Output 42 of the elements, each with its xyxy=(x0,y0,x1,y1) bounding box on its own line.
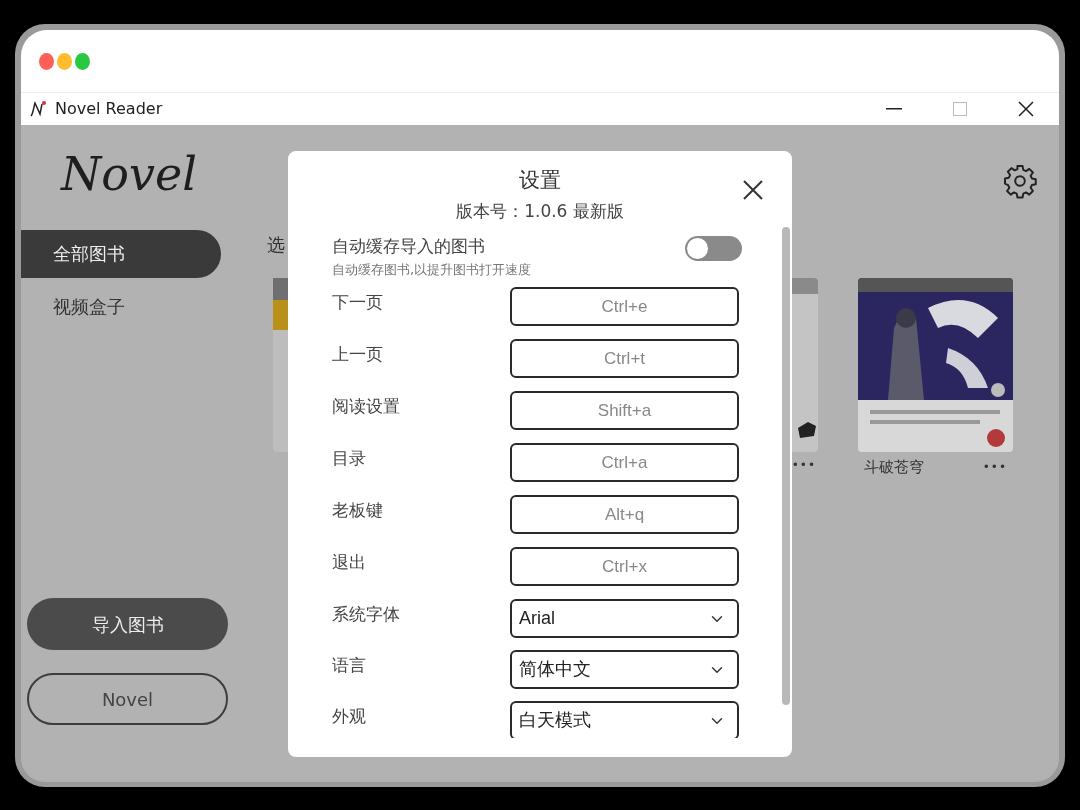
close-icon[interactable] xyxy=(1018,101,1034,117)
shortcut-field[interactable]: Shift+a xyxy=(510,391,739,430)
setting-hint: 自动缓存图书,以提升图书打开速度 xyxy=(332,260,532,279)
maximize-icon[interactable] xyxy=(953,102,967,116)
setting-label: 阅读设置 xyxy=(332,395,401,418)
close-window-dot[interactable] xyxy=(39,52,54,70)
close-icon[interactable] xyxy=(742,177,764,201)
book-title: 斗破苍穹 xyxy=(863,457,924,478)
more-button[interactable]: ••• xyxy=(976,458,1013,477)
import-button[interactable]: 导入图书 xyxy=(27,598,228,650)
setting-label: 外观 xyxy=(332,705,367,728)
setting-label: 下一页 xyxy=(332,291,384,314)
version-text: 版本号：1.0.6 最新版 xyxy=(456,199,624,223)
dropdown[interactable]: Arial xyxy=(510,599,739,638)
dialog-title: 设置 xyxy=(519,167,561,194)
sidebar-item[interactable]: 视频盒子 xyxy=(21,282,221,331)
shortcut-field[interactable]: Ctrl+e xyxy=(510,287,739,326)
setting-label: 自动缓存导入的图书 xyxy=(332,235,486,258)
zoom-window-dot[interactable] xyxy=(75,52,90,70)
setting-label: 老板键 xyxy=(332,499,384,522)
shortcut-field[interactable]: Alt+q xyxy=(510,495,739,534)
setting-label: 上一页 xyxy=(332,343,384,366)
settings-icon[interactable] xyxy=(1002,163,1038,199)
dropdown[interactable]: 白天模式 xyxy=(510,701,739,738)
toggle-switch[interactable] xyxy=(685,236,742,261)
dropdown[interactable]: 简体中文 xyxy=(510,650,739,689)
more-button[interactable]: ••• xyxy=(791,456,818,474)
app-logo-icon xyxy=(29,100,47,118)
setting-label: 语言 xyxy=(332,654,367,677)
setting-label: 目录 xyxy=(332,447,367,470)
window-title: Novel Reader xyxy=(55,98,163,120)
setting-label: 系统字体 xyxy=(332,603,401,626)
app-logo: Novel xyxy=(61,149,198,200)
sidebar-item[interactable]: 全部图书 xyxy=(21,229,221,278)
shortcut-field[interactable]: Ctrl+a xyxy=(510,443,739,482)
section-heading: 选 xyxy=(267,233,285,257)
setting-label: 退出 xyxy=(332,551,367,574)
shortcut-field[interactable]: Ctrl+x xyxy=(510,547,739,586)
novel-button[interactable]: Novel xyxy=(27,673,228,725)
minimize-window-dot[interactable] xyxy=(57,52,72,70)
shortcut-field[interactable]: Ctrl+t xyxy=(510,339,739,378)
minimize-icon[interactable] xyxy=(886,108,902,110)
